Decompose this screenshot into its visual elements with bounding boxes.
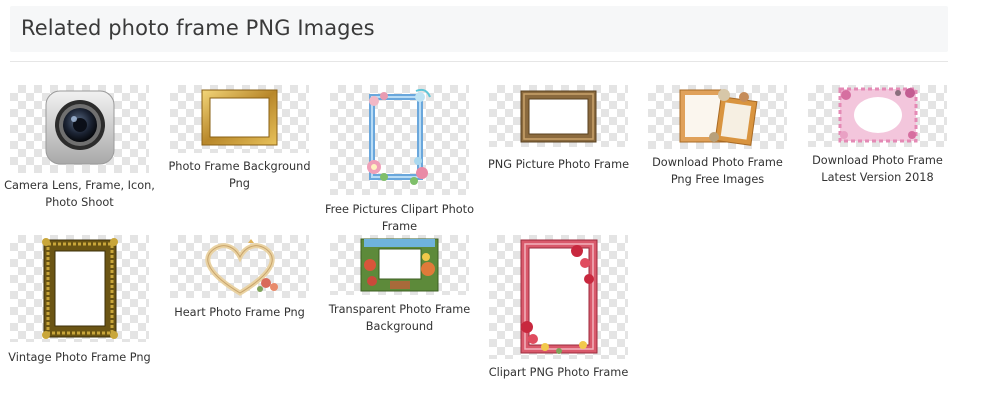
image-card-orange-collage-frame[interactable]: Download Photo Frame Png Free Images	[648, 85, 787, 191]
rose-frame-image	[489, 235, 628, 359]
image-card-rose-frame[interactable]: Clipart PNG Photo Frame	[489, 235, 628, 383]
blue-floral-frame-image	[330, 85, 469, 195]
pink-floral-frame-image	[808, 85, 947, 147]
image-card-heart-frame[interactable]: Heart Photo Frame Png	[170, 235, 309, 325]
image-caption: Vintage Photo Frame Png	[8, 351, 151, 364]
image-card-vintage-frame[interactable]: Vintage Photo Frame Png	[8, 235, 151, 367]
cartoon-frame-image	[330, 235, 469, 295]
image-card-blue-floral-frame[interactable]: Free Pictures Clipart Photo Frame	[325, 85, 474, 237]
image-card-gold-frame[interactable]: Photo Frame Background Png	[169, 85, 311, 195]
gold-frame-image	[170, 85, 309, 153]
image-card-cartoon-frame[interactable]: Transparent Photo Frame Background	[329, 235, 470, 337]
image-caption: Download Photo Frame Latest Version 2018	[812, 154, 943, 184]
image-caption: Clipart PNG Photo Frame	[488, 366, 629, 379]
image-caption: PNG Picture Photo Frame	[487, 158, 630, 171]
vintage-gold-frame-image	[10, 235, 149, 342]
image-caption: Photo Frame Background Png	[168, 160, 311, 190]
orange-collage-frame-image	[648, 85, 787, 149]
section-title: Related photo frame PNG Images	[21, 16, 375, 40]
camera-lens-icon	[10, 85, 149, 173]
image-caption: Free Pictures Clipart Photo Frame	[324, 203, 475, 233]
section-header: Related photo frame PNG Images	[10, 6, 948, 52]
image-caption: Download Photo Frame Png Free Images	[652, 156, 783, 186]
image-caption: Heart Photo Frame Png	[174, 306, 305, 319]
heart-frame-image	[170, 235, 309, 298]
image-card-camera-lens[interactable]: Camera Lens, Frame, Icon, Photo Shoot	[4, 85, 155, 220]
image-caption: Camera Lens, Frame, Icon, Photo Shoot	[4, 179, 155, 209]
bronze-frame-image	[489, 85, 628, 147]
image-caption: Transparent Photo Frame Background	[328, 303, 471, 333]
image-card-pink-floral-frame[interactable]: Download Photo Frame Latest Version 2018	[808, 85, 947, 189]
image-card-bronze-frame[interactable]: PNG Picture Photo Frame	[488, 85, 629, 177]
divider	[10, 61, 948, 62]
